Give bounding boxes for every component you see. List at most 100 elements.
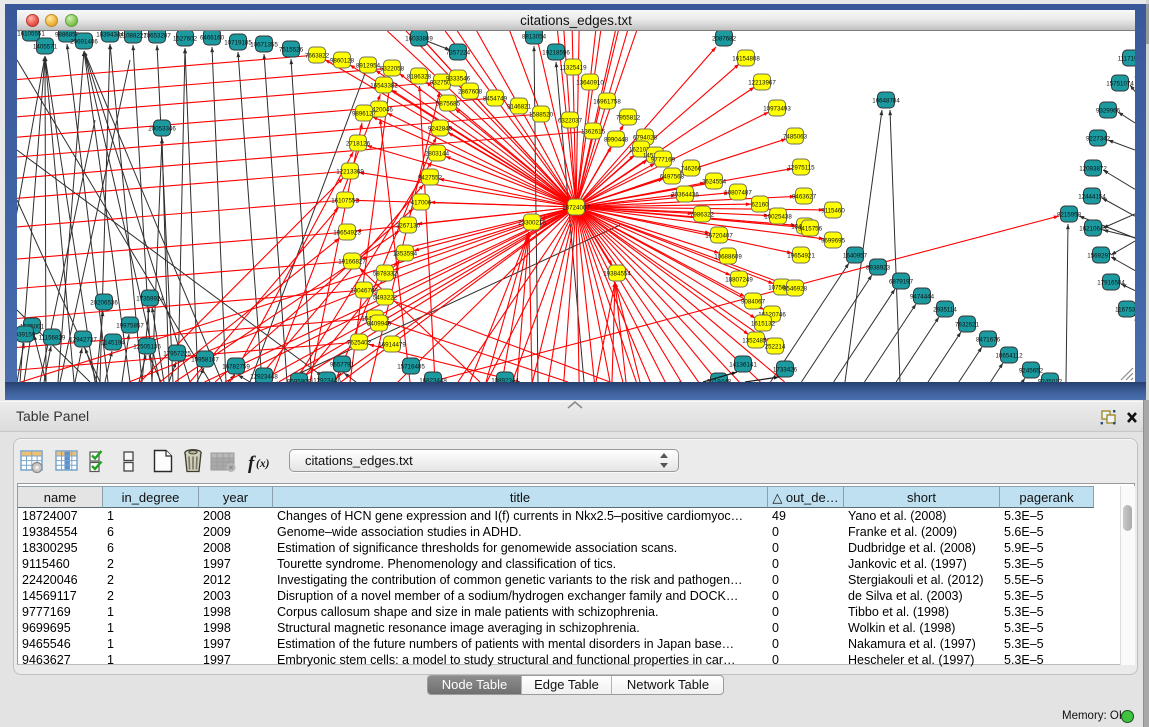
svg-text:(x): (x) [256,458,270,470]
svg-text:10719185: 10719185 [224,39,252,46]
svg-text:19166827: 19166827 [338,258,366,265]
svg-text:5493222: 5493222 [373,294,398,301]
svg-text:12213967: 12213967 [748,79,776,86]
svg-text:9242848: 9242848 [428,125,453,132]
svg-text:1733426: 1733426 [773,366,798,373]
svg-text:16823448: 16823448 [419,377,447,382]
svg-text:11171954: 11171954 [1118,55,1135,62]
svg-text:f: f [248,453,256,474]
svg-text:16543382: 16543382 [370,82,398,89]
svg-text:18807249: 18807249 [725,276,753,283]
svg-text:10958107: 10958107 [191,356,219,363]
svg-text:14136141: 14136141 [729,361,757,368]
svg-text:746266: 746266 [681,165,702,172]
svg-text:7625402: 7625402 [347,339,372,346]
svg-text:20053346: 20053346 [148,125,176,132]
svg-text:417006: 417006 [411,199,432,206]
svg-text:7663822: 7663822 [305,52,330,59]
svg-text:15720407: 15720407 [705,232,733,239]
svg-text:9084067: 9084067 [741,298,766,305]
svg-text:8471676: 8471676 [976,336,1001,343]
svg-text:16914479: 16914479 [378,341,406,348]
svg-text:9227342: 9227342 [1086,135,1111,142]
svg-text:10654112: 10654112 [995,352,1023,359]
svg-text:8938923: 8938923 [866,264,891,271]
svg-text:16648784: 16648784 [872,97,900,104]
svg-text:9595909: 9595909 [287,378,312,382]
svg-text:7485063: 7485063 [783,133,808,140]
svg-text:10653287: 10653287 [143,32,171,39]
svg-text:10807487: 10807487 [724,189,752,196]
svg-text:939159: 939159 [17,331,36,338]
svg-text:9245652: 9245652 [1019,367,1044,374]
svg-text:1405571: 1405571 [33,43,58,50]
svg-text:1145194: 1145194 [101,339,125,346]
svg-text:9699695: 9699695 [821,237,846,244]
svg-text:19218596: 19218596 [542,49,570,56]
svg-text:12213369: 12213369 [336,168,364,175]
svg-text:9115460: 9115460 [821,207,845,214]
svg-text:9245012: 9245012 [1038,378,1063,382]
svg-text:10892344: 10892344 [491,377,519,382]
svg-text:9415756: 9415756 [798,225,823,232]
svg-text:12923448: 12923448 [250,373,278,380]
svg-text:2718126: 2718126 [346,140,371,147]
svg-text:3624554: 3624554 [702,178,727,185]
svg-text:1615132: 1615132 [751,320,776,327]
svg-text:19975857: 19975857 [116,322,144,329]
svg-text:8215958: 8215958 [1057,211,1082,218]
svg-text:19654923: 19654923 [333,229,361,236]
svg-text:62160: 62160 [751,201,769,208]
svg-text:18724007: 18724007 [562,204,590,211]
svg-text:16107552: 16107552 [331,197,359,204]
svg-text:6879197: 6879197 [889,278,914,285]
svg-text:6497568: 6497568 [660,173,685,180]
svg-text:15751074: 15751074 [1106,80,1134,87]
svg-text:1640957: 1640957 [843,252,868,259]
svg-text:12093872: 12093872 [1079,165,1107,172]
svg-text:7986322: 7986322 [690,211,715,218]
svg-text:13640910: 13640910 [576,79,604,86]
svg-text:5878332: 5878332 [373,270,398,277]
svg-text:10688609: 10688609 [714,253,742,260]
svg-text:8813054: 8813054 [522,33,547,40]
svg-text:1527602: 1527602 [173,35,198,42]
svg-text:7357224: 7357224 [446,49,471,56]
svg-text:8186328: 8186328 [407,73,432,80]
svg-text:20206536: 20206536 [90,299,118,306]
svg-text:16961758: 16961758 [593,98,621,105]
svg-text:252214: 252214 [765,343,786,350]
svg-text:10973493: 10973493 [763,105,791,112]
svg-text:9333546: 9333546 [446,75,471,82]
svg-text:10025438: 10025438 [764,213,792,220]
svg-text:6794028: 6794028 [633,134,658,141]
svg-text:17916504: 17916504 [1097,279,1125,286]
svg-text:1167533: 1167533 [1115,306,1135,313]
svg-text:7515526: 7515526 [279,46,304,53]
svg-text:9409948: 9409948 [367,320,392,327]
svg-text:20364436: 20364436 [671,191,699,198]
svg-text:19384554: 19384554 [603,270,631,277]
svg-text:19654921: 19654921 [787,252,815,259]
svg-text:16105551: 16105551 [17,31,45,37]
svg-text:11325419: 11325419 [559,64,587,71]
svg-text:10671355: 10671355 [250,41,278,48]
svg-text:12923446: 12923446 [313,377,341,382]
svg-text:10046768: 10046768 [350,287,378,294]
svg-text:9896127: 9896127 [352,110,377,117]
svg-text:9463627: 9463627 [792,193,817,200]
svg-text:16210643: 16210643 [1079,225,1107,232]
svg-text:8912954: 8912954 [356,62,381,69]
svg-text:9329966: 9329966 [1096,107,1121,114]
svg-text:9860128: 9860128 [330,57,355,64]
svg-text:1362615: 1362615 [581,128,606,135]
svg-text:1353594: 1353594 [393,250,418,257]
svg-text:17957225: 17957225 [163,350,191,357]
svg-text:15716485: 15716485 [397,363,425,370]
svg-text:7632621: 7632621 [955,321,980,328]
svg-text:8990448: 8990448 [604,136,629,143]
svg-text:2803144: 2803144 [425,150,450,157]
svg-text:6466160: 6466160 [200,34,225,41]
svg-text:16154808: 16154808 [732,55,760,62]
svg-text:9427552: 9427552 [418,174,443,181]
